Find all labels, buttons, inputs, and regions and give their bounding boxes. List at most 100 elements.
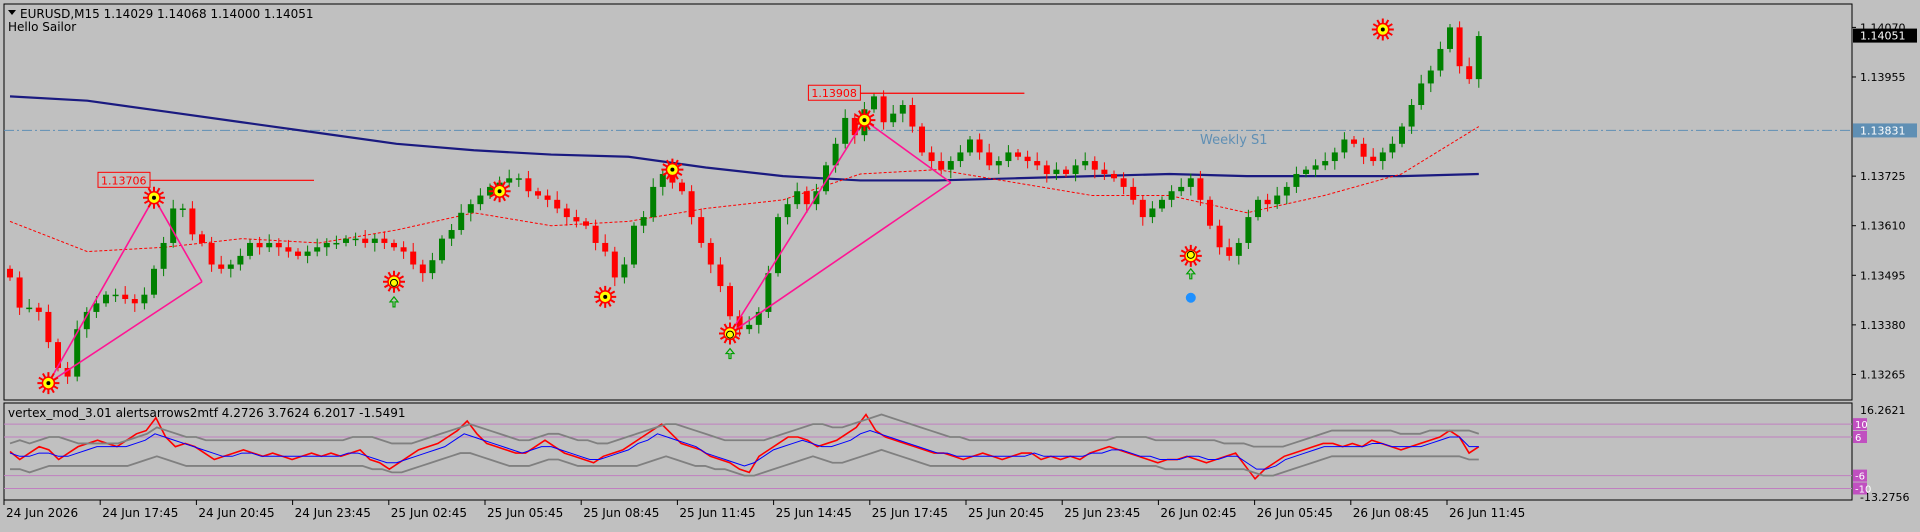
bear-candle: [122, 286, 129, 304]
bull-candle: [631, 222, 637, 268]
oscillator-title: vertex_mod_3.01 alertsarrows2mtf 4.2726 …: [8, 406, 406, 420]
signal-markers: [37, 18, 1394, 395]
bear-candle: [544, 189, 551, 208]
bull-candle: [640, 211, 647, 234]
candle-body: [544, 195, 551, 200]
bull-candle: [1178, 178, 1185, 196]
bull-candle: [343, 235, 349, 247]
bear-candle: [1111, 170, 1117, 182]
price-axis-label: 1.13610: [1860, 220, 1906, 233]
bull-candle: [650, 178, 657, 222]
candle-body: [410, 251, 417, 265]
swing-price-label: 1.13908: [811, 87, 857, 100]
candle-body: [842, 117, 849, 144]
candle-body: [1418, 83, 1425, 105]
candle-body: [1456, 27, 1463, 67]
candle-body: [285, 247, 292, 252]
chart-menu-triangle-icon[interactable]: [8, 10, 16, 15]
candle-body: [698, 217, 705, 243]
sun-center: [670, 167, 675, 172]
candle-body: [957, 152, 964, 162]
bull-candle: [371, 233, 378, 252]
bear-candle: [1360, 137, 1367, 165]
bear-candle: [679, 179, 685, 195]
candle-body: [170, 208, 177, 243]
bear-candle: [1226, 238, 1233, 261]
bear-candle: [391, 239, 397, 251]
main-chart-frame: [3, 3, 1853, 401]
candle-body: [871, 96, 877, 110]
candle-body: [400, 247, 407, 252]
arrow-shape: [1185, 267, 1197, 280]
candle-body: [890, 113, 897, 123]
osc-level-label: 10: [1855, 420, 1868, 431]
swing-high-sun-icon: [488, 180, 511, 203]
candle-body: [467, 204, 474, 213]
bull-candle: [899, 100, 906, 123]
time-axis-label: 25 Jun 23:45: [1064, 506, 1140, 520]
candle-body: [1005, 152, 1012, 162]
chart-subtitle: Hello Sailor: [8, 20, 76, 34]
candle-body: [938, 161, 945, 170]
bear-candle: [880, 90, 887, 130]
bull-candle: [304, 245, 311, 264]
candle-body: [1245, 217, 1252, 243]
candle-body: [304, 251, 311, 256]
time-axis-label: 26 Jun 08:45: [1353, 506, 1429, 520]
bear-candle: [400, 241, 407, 259]
candle-body: [477, 195, 484, 205]
candle-body: [1255, 199, 1261, 218]
candle-body: [1063, 169, 1069, 174]
bull-candle: [506, 169, 513, 188]
bull-candle: [1149, 201, 1156, 224]
candle-body: [1447, 27, 1453, 49]
candle-body: [7, 268, 13, 278]
candle-body: [611, 251, 618, 278]
candle-body: [448, 230, 455, 239]
candle-body: [1312, 165, 1319, 170]
swing-high-sun-icon: [1371, 18, 1394, 41]
candle-body: [1427, 70, 1434, 84]
candle-body: [256, 242, 263, 248]
candle-body: [1379, 152, 1386, 162]
candle-body: [1226, 247, 1233, 256]
candle-body: [208, 242, 215, 265]
bull-candle: [439, 235, 445, 264]
time-axis-label: 25 Jun 17:45: [872, 506, 948, 520]
chart-canvas[interactable]: 1.137061.13908 1.140701.139551.137251.13…: [0, 0, 1920, 527]
bear-candle: [410, 242, 417, 270]
candle-body: [976, 139, 983, 153]
candle-body: [266, 242, 273, 248]
bull-candle: [1389, 136, 1396, 159]
bull-candle: [1408, 98, 1415, 134]
zigzag-segment: [863, 119, 952, 184]
bear-candle: [976, 133, 983, 160]
candle-body: [1293, 173, 1300, 187]
candle-body: [650, 186, 657, 218]
sun-center: [862, 118, 867, 123]
candle-body: [103, 294, 109, 304]
candle-body: [1139, 199, 1146, 218]
candle-body: [151, 268, 157, 295]
bull-candle: [1447, 23, 1453, 53]
candle-body: [659, 173, 666, 187]
time-axis-label: 25 Jun 20:45: [968, 506, 1044, 520]
time-axis-label: 25 Jun 14:45: [776, 506, 852, 520]
bull-candle: [871, 92, 877, 113]
bull-candle: [1418, 74, 1425, 110]
candle-body: [333, 242, 340, 245]
candle-body: [554, 199, 561, 209]
pivot-price-label: 1.13831: [1860, 124, 1906, 137]
candle-body: [179, 208, 186, 210]
candle-body: [1082, 161, 1089, 166]
bull-candle: [1331, 147, 1338, 170]
bear-candle: [986, 143, 993, 171]
swing-price-label: 1.13706: [101, 174, 147, 187]
candle-body: [1101, 169, 1108, 174]
candle-body: [1072, 165, 1079, 174]
candle-body: [909, 105, 916, 127]
bull-candle: [890, 105, 897, 127]
bull-candle: [1235, 238, 1242, 265]
candle-body: [1437, 48, 1444, 71]
bear-candle: [727, 282, 733, 320]
